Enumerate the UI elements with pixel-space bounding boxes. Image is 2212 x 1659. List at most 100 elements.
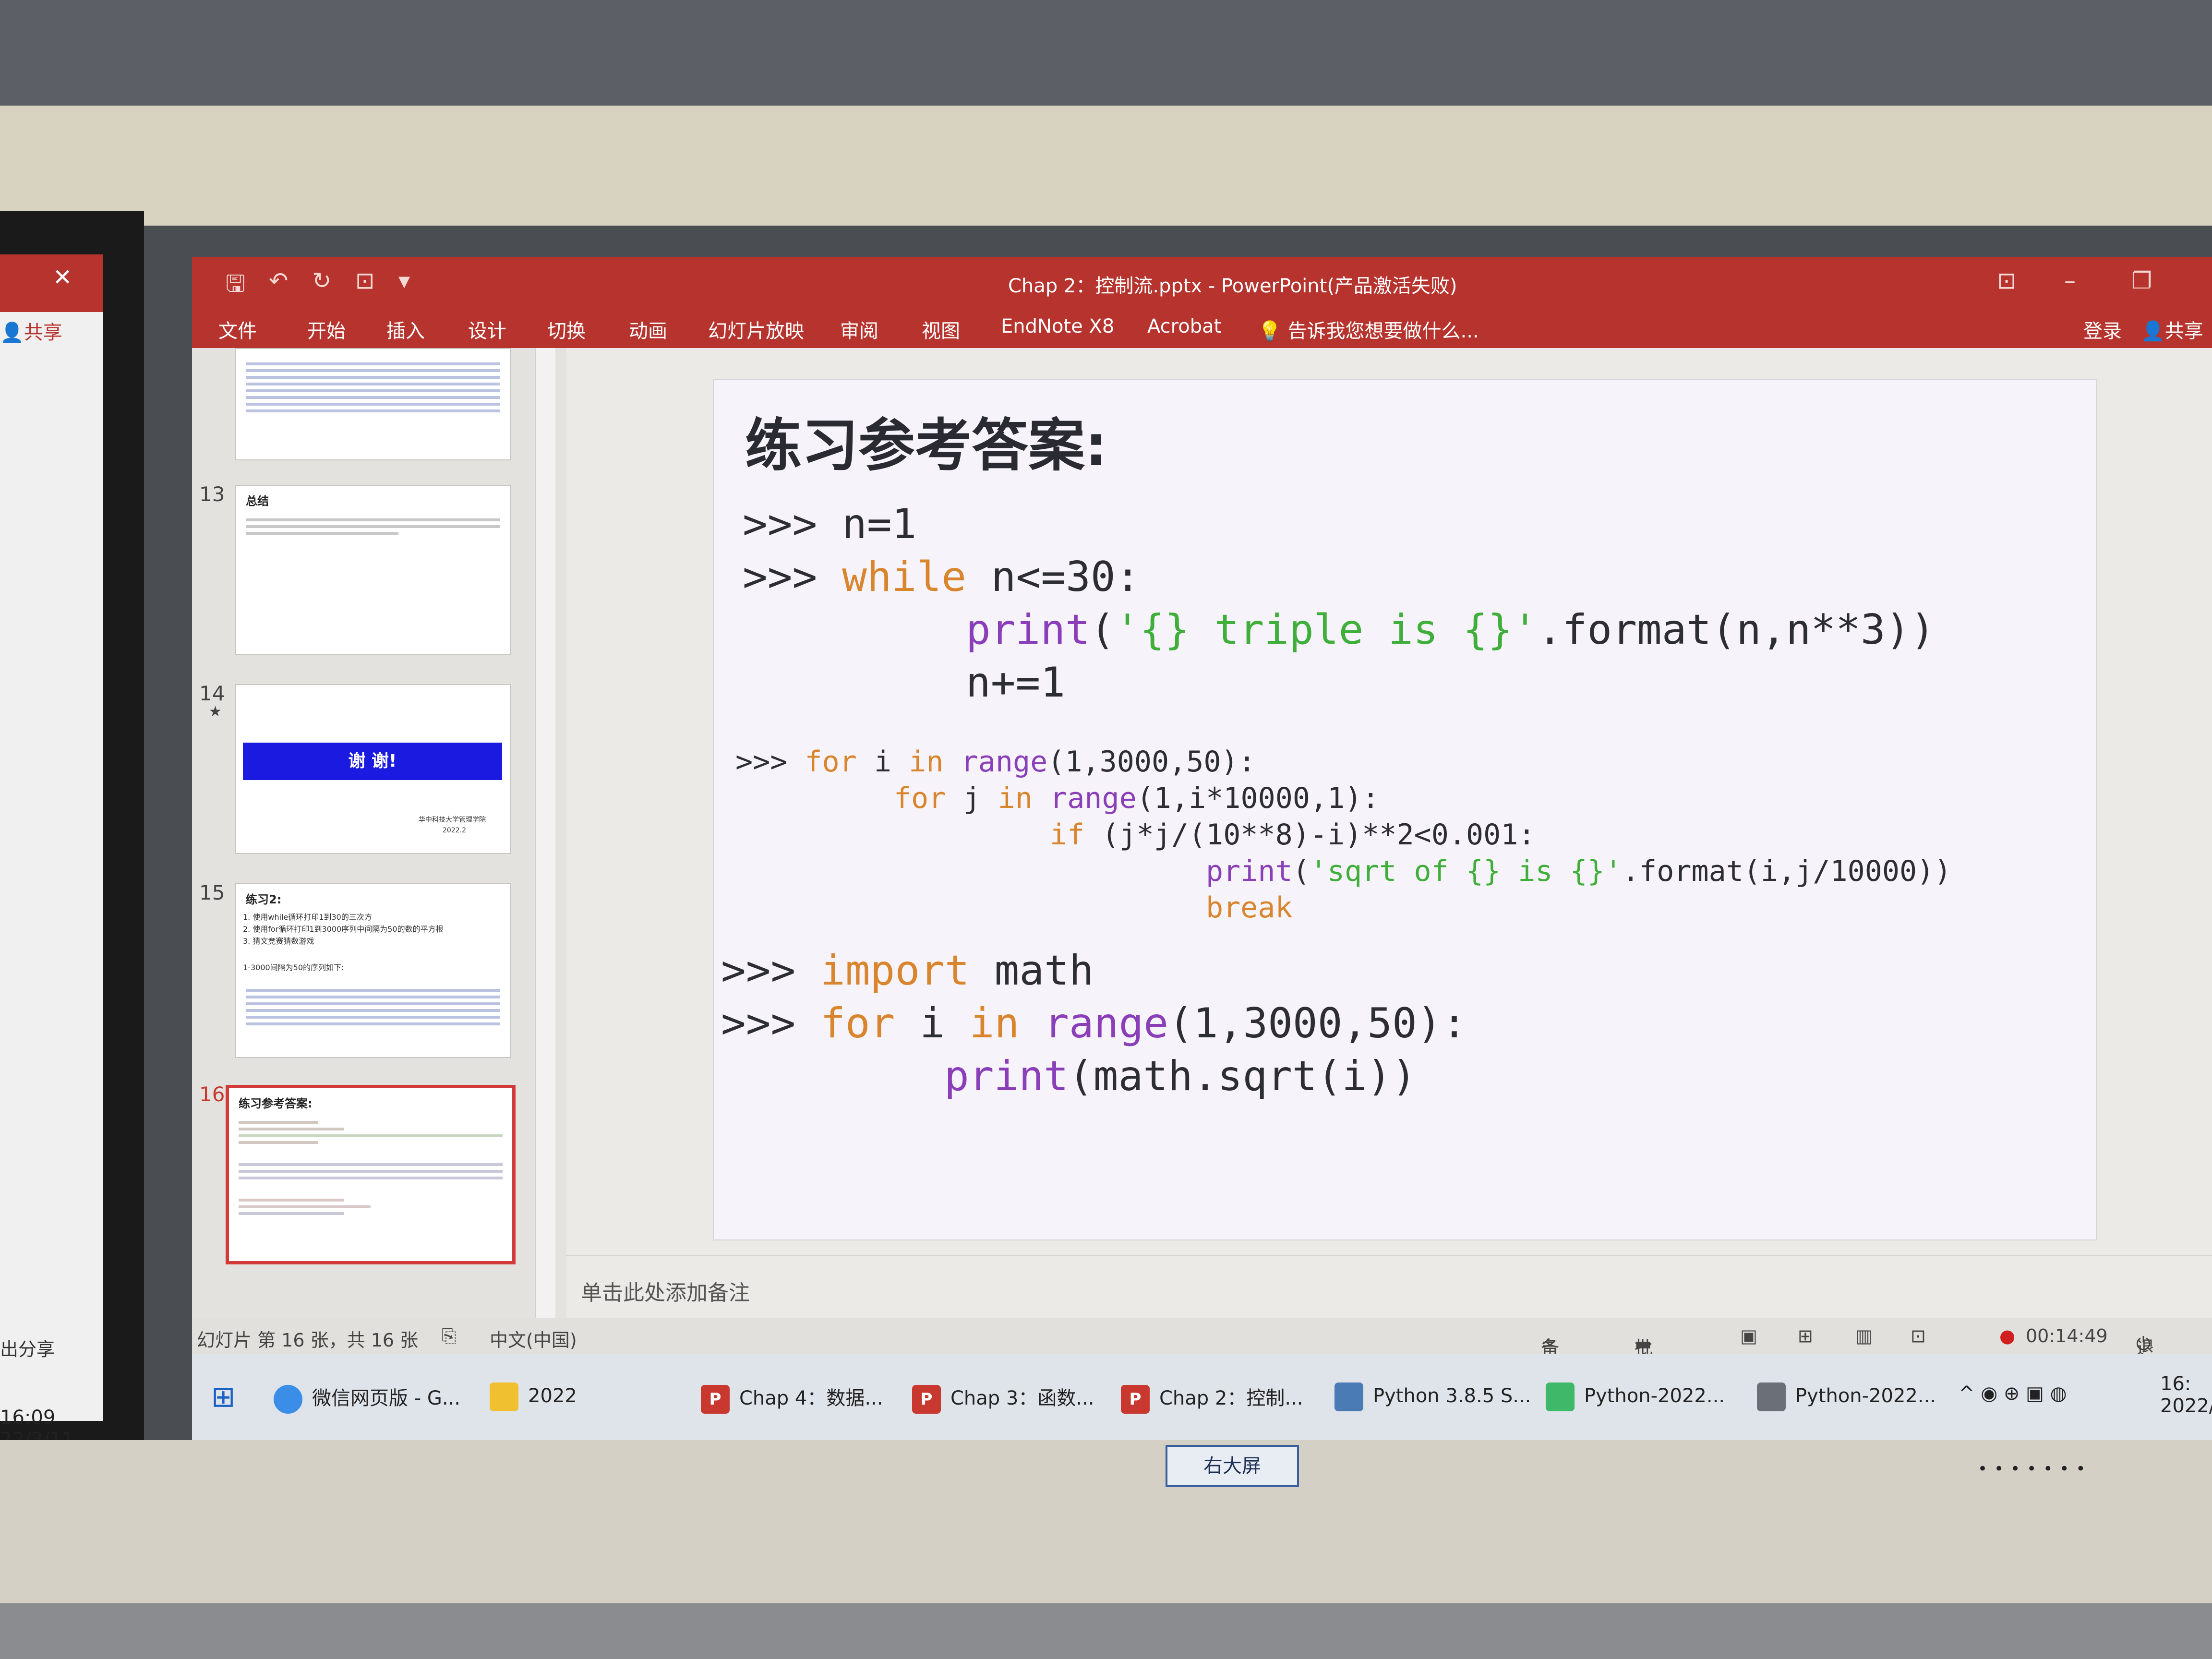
customize-icon[interactable]: ▾ (398, 267, 410, 294)
slide-number: 16 (199, 1082, 225, 1106)
prompt: >>> (721, 947, 821, 995)
lightbulb-icon: 💡 (1258, 320, 1282, 342)
code: math (969, 947, 1094, 995)
code: (math.sqrt(i)) (1068, 1052, 1417, 1100)
app-icon (1757, 1382, 1786, 1411)
keyword: in (998, 781, 1033, 815)
thumbnail-title: 总结 (246, 494, 269, 508)
tab-home[interactable]: 开始 (307, 315, 346, 343)
slide-thumbnail-16[interactable]: 练习参考答案: (226, 1085, 516, 1264)
save-icon[interactable]: 🖫 (226, 267, 245, 306)
present-icon[interactable]: ⊡ (355, 267, 374, 294)
left-clock-time: 16:09 (0, 1407, 56, 1429)
code-line: break (1206, 891, 1293, 925)
powerpoint-icon: P (701, 1385, 730, 1414)
function: print (966, 606, 1090, 654)
tab-slideshow[interactable]: 幻灯片放映 (708, 315, 804, 343)
reading-view-icon[interactable]: ▥ (1855, 1325, 1873, 1346)
taskbar-item-python-notepad[interactable]: Python-2022... (1546, 1382, 1725, 1411)
code-line: >>> n=1 (743, 500, 916, 548)
tab-design[interactable]: 设计 (468, 315, 506, 343)
slide-title: 练习参考答案: (745, 412, 1108, 479)
tab-insert[interactable]: 插入 (386, 315, 425, 343)
language-indicator[interactable]: 中文(中国) (490, 1325, 577, 1352)
tab-transitions[interactable]: 切换 (547, 315, 586, 343)
main-screen: 🖫 ↶ ↻ ⊡ ▾ Chap 2：控制流.pptx - PowerPoint(产… (192, 257, 2212, 1440)
function: print (944, 1052, 1069, 1100)
thumbnail-scrollbar[interactable] (535, 348, 555, 1318)
taskbar-clock[interactable]: 16: 2022/ (2160, 1373, 2212, 1417)
taskbar-label: Python 3.8.5 S... (1373, 1385, 1531, 1407)
thumbnail-content (246, 359, 500, 416)
thanks-banner: 谢 谢! (243, 743, 502, 780)
taskbar-label: Python-2022... (1584, 1385, 1725, 1407)
slide-number: 13 (199, 482, 225, 506)
taskbar-label: Chap 2：控制... (1159, 1387, 1303, 1409)
taskbar-label: Chap 4：数据... (739, 1387, 883, 1409)
code: .format(i,j/10000)) (1622, 854, 1952, 888)
ribbon-tabs: 文件 开始 插入 设计 切换 动画 幻灯片放映 审阅 视图 EndNote X8… (192, 305, 2212, 348)
taskbar-item-python-app[interactable]: Python-2022... (1757, 1382, 1936, 1411)
tab-file[interactable]: 文件 (218, 315, 257, 343)
taskbar-label: 2022 (528, 1385, 577, 1407)
tab-review[interactable]: 审阅 (840, 315, 878, 343)
thumbnail-title: 练习参考答案: (239, 1097, 313, 1110)
powerpoint-icon: P (912, 1385, 941, 1414)
redo-icon[interactable]: ↻ (312, 267, 331, 294)
presentation-timer: 00:14:49 (2026, 1325, 2108, 1346)
tab-endnote[interactable]: EndNote X8 (1001, 315, 1114, 337)
minimize-icon[interactable]: – (2064, 267, 2076, 294)
taskbar-item-chap3[interactable]: P Chap 3：函数... (912, 1382, 1094, 1414)
code-line: if (j*j/(10**8)-i)**2<0.001: (1050, 818, 1535, 852)
code: ( (1292, 854, 1310, 888)
slide-number: 14 (199, 682, 225, 705)
system-tray[interactable]: ^ ◉ ⊕ ▣ ◍ (1959, 1382, 2067, 1405)
code: n=1 (842, 500, 917, 548)
taskbar-item-folder[interactable]: 2022 (490, 1382, 577, 1411)
tell-me-search[interactable]: 💡 告诉我您想要做什么... (1258, 315, 1479, 343)
taskbar-item-python-shell[interactable]: Python 3.8.5 S... (1334, 1382, 1531, 1411)
code: ( (1090, 606, 1115, 654)
code-line: >>> for i in range(1,3000,50): (735, 745, 1256, 779)
powerpoint-icon: P (1121, 1385, 1150, 1414)
normal-view-icon[interactable]: ▣ (1740, 1325, 1757, 1346)
function: range (1033, 781, 1137, 815)
taskbar-item-chap4[interactable]: P Chap 4：数据... (701, 1382, 883, 1414)
slide-thumbnail-12[interactable] (235, 348, 511, 460)
close-icon[interactable]: ✕ (53, 264, 72, 291)
ribbon-display-icon[interactable]: ⊡ (1997, 267, 2016, 294)
taskbar-item-wechat[interactable]: 微信网页版 - G... (274, 1382, 460, 1414)
code: i (895, 999, 970, 1047)
slide-canvas[interactable]: 练习参考答案: >>> n=1 >>> while n<=30: print('… (713, 379, 2097, 1240)
restore-icon[interactable]: ❐ (2131, 267, 2152, 294)
keyword: in (969, 999, 1020, 1047)
string: '{} triple is {}' (1115, 606, 1538, 654)
login-button[interactable]: 登录 (2083, 315, 2122, 343)
prompt: >>> (735, 745, 805, 779)
spellcheck-icon[interactable]: ⎘ (442, 1325, 456, 1347)
notepad-icon (1546, 1382, 1575, 1411)
undo-icon[interactable]: ↶ (269, 267, 288, 294)
tab-animations[interactable]: 动画 (629, 315, 667, 343)
code: (1,3000,50): (1168, 999, 1467, 1047)
title-bar: 🖫 ↶ ↻ ⊡ ▾ Chap 2：控制流.pptx - PowerPoint(产… (192, 257, 2212, 305)
share-button[interactable]: 👤共享 (2141, 315, 2203, 343)
slideshow-icon[interactable]: ⊡ (1911, 1325, 1926, 1346)
function: range (1019, 999, 1169, 1047)
slide-thumbnail-13[interactable]: 总结 (235, 485, 511, 655)
tab-view[interactable]: 视图 (922, 315, 960, 343)
code-line: print('{} triple is {}'.format(n,n**3)) (966, 606, 1935, 654)
tab-acrobat[interactable]: Acrobat (1147, 315, 1221, 337)
slide-thumbnail-14[interactable]: 谢 谢! 华中科技大学管理学院 2022.2 (235, 684, 511, 854)
notes-pane[interactable]: 单击此处添加备注 (566, 1255, 2212, 1319)
left-titlebar: ✕ (0, 254, 103, 312)
taskbar-label: Python-2022... (1795, 1385, 1936, 1407)
thumbnail-content (246, 985, 500, 1029)
left-share-label[interactable]: 👤共享 (0, 317, 62, 345)
code: j (946, 781, 998, 815)
windows-start-icon[interactable]: ⊞ (211, 1380, 235, 1414)
thumbnail-footer-date: 2022.2 (443, 827, 466, 834)
taskbar-item-chap2[interactable]: P Chap 2：控制... (1121, 1382, 1303, 1414)
slide-thumbnail-15[interactable]: 练习2: 1. 使用while循环打印1到30的三次方 2. 使用for循环打印… (235, 883, 511, 1058)
slide-sorter-icon[interactable]: ⊞ (1798, 1325, 1813, 1346)
